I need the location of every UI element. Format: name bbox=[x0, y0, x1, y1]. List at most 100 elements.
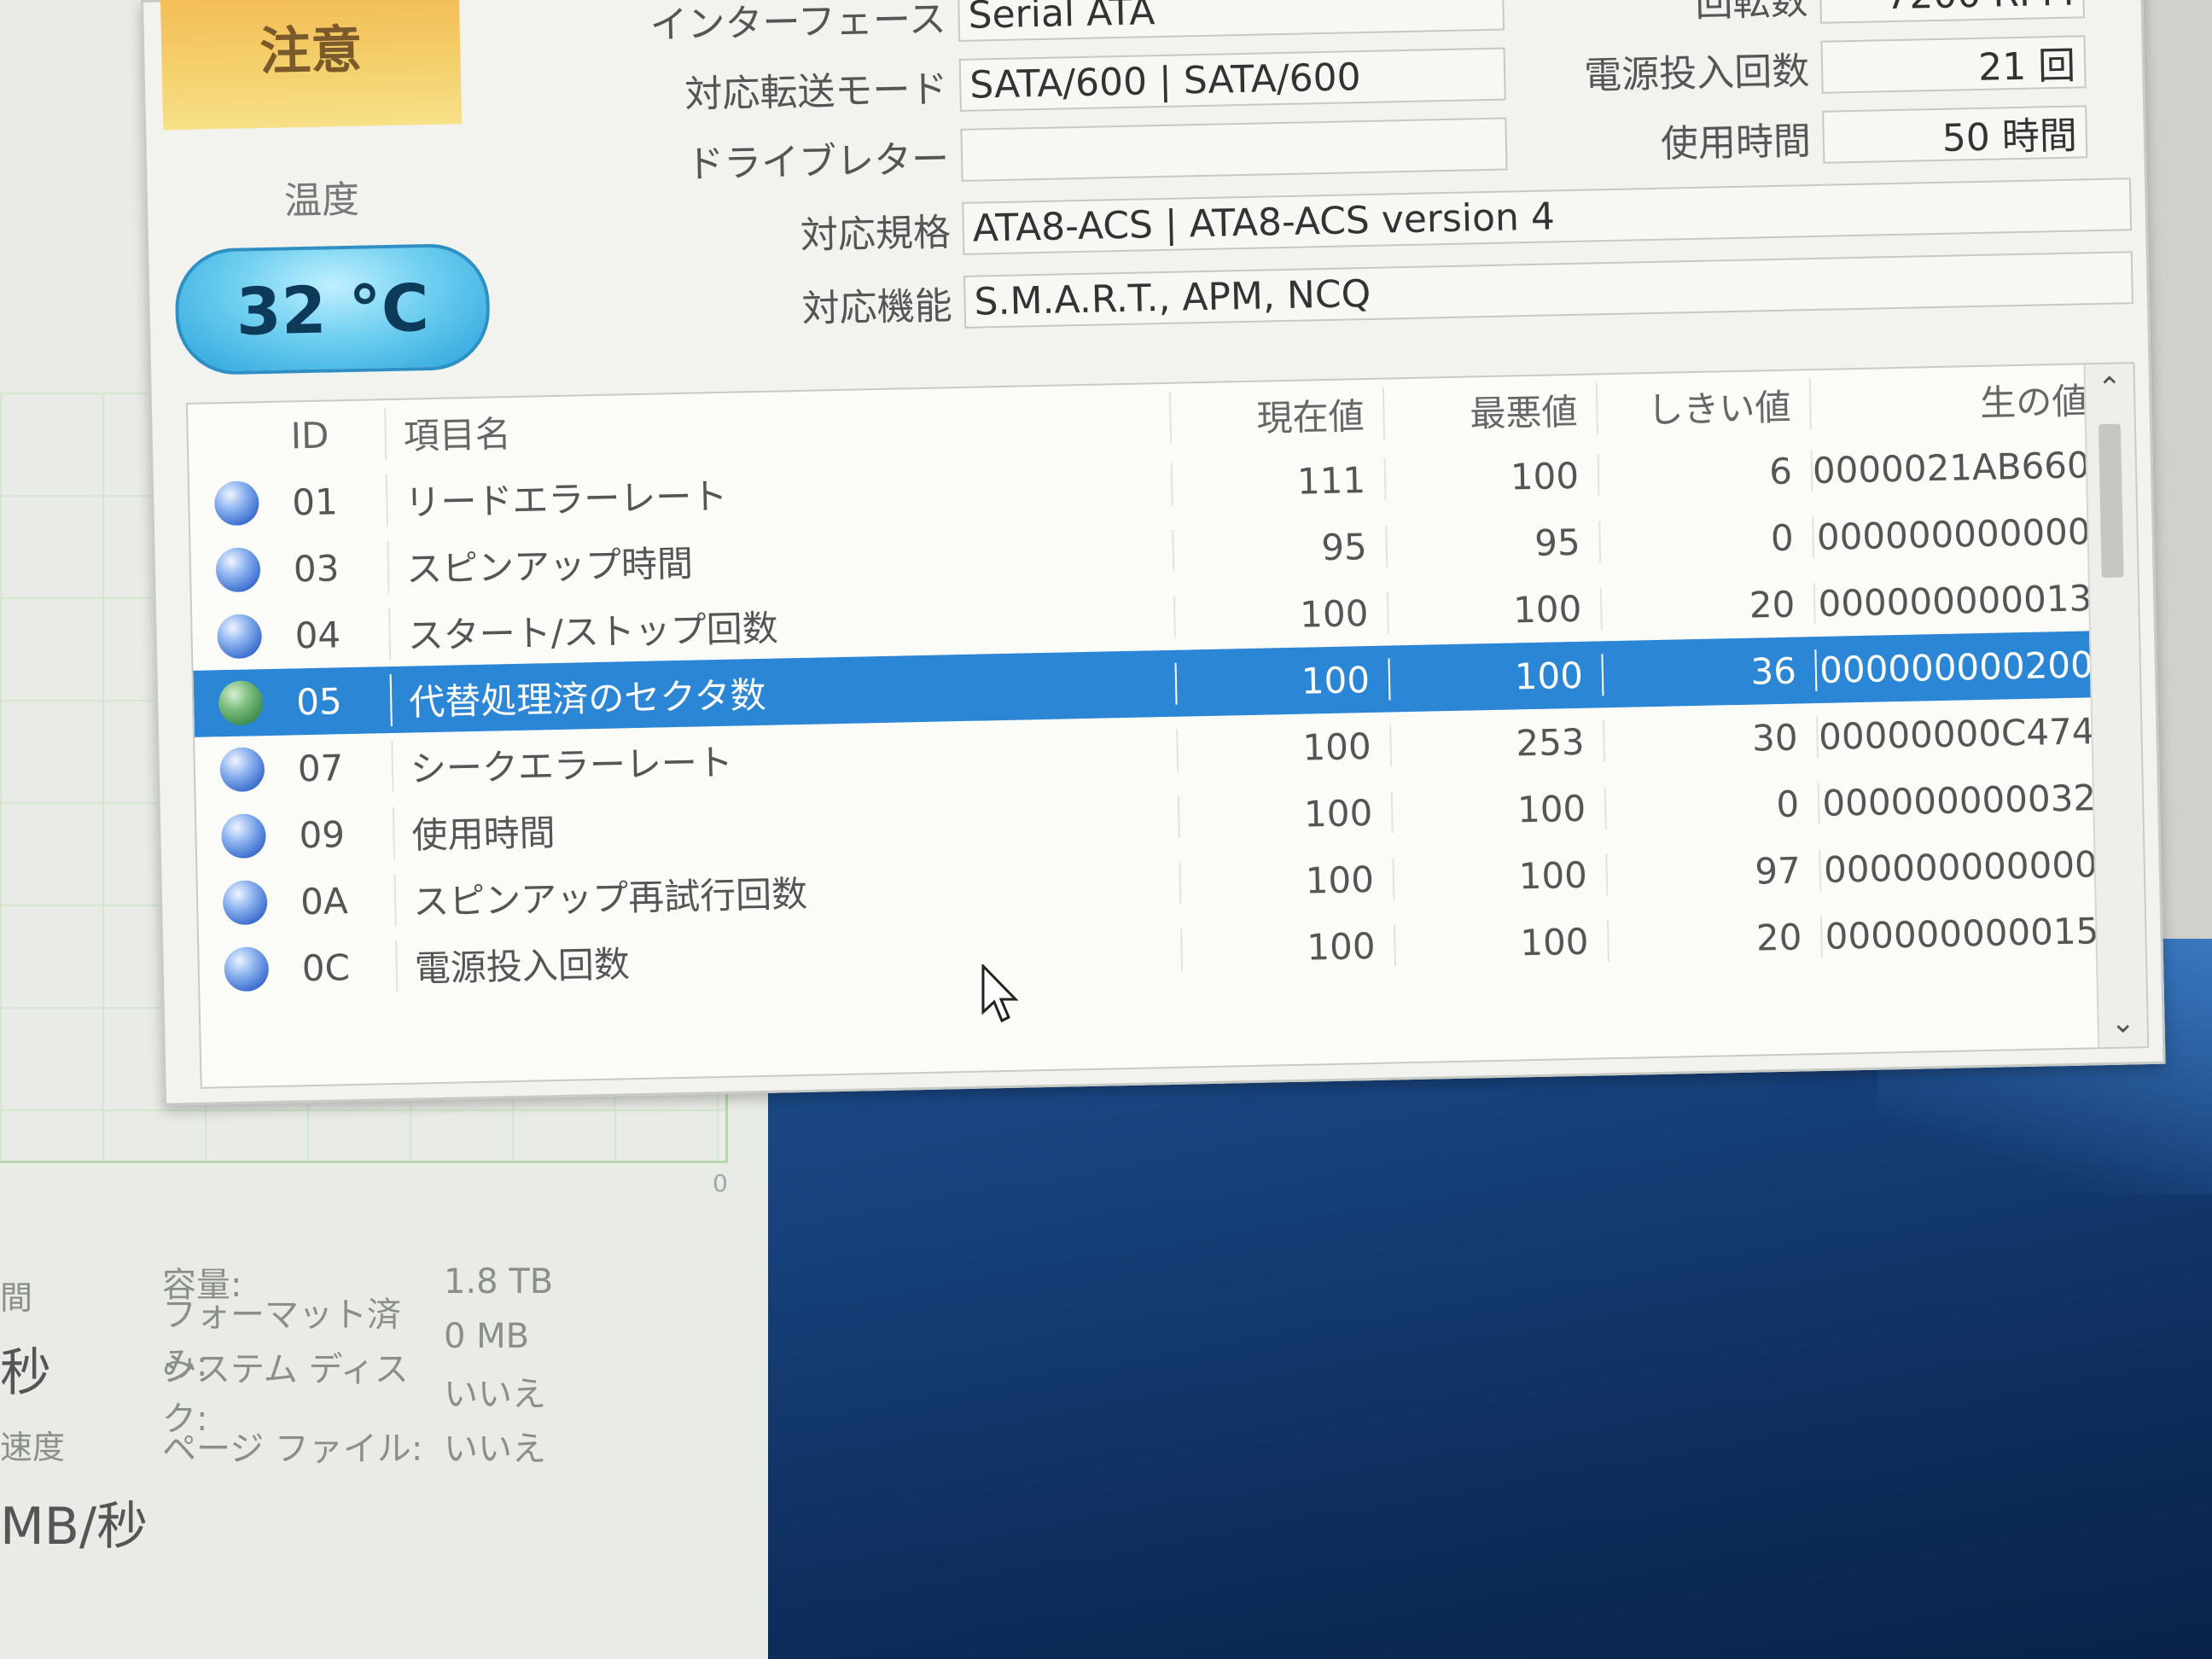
row-threshold: 0 bbox=[1598, 515, 1813, 562]
temperature-badge[interactable]: 32 °C bbox=[174, 242, 492, 376]
rotation-row: 回転数 7200 RPM bbox=[1534, 0, 2085, 33]
system-disk-value: いいえ bbox=[444, 1375, 546, 1414]
row-threshold: 97 bbox=[1605, 848, 1820, 895]
mouse-cursor-icon bbox=[981, 964, 1019, 1023]
row-id: 04 bbox=[294, 613, 341, 656]
row-current: 100 bbox=[1177, 791, 1392, 838]
good-status-icon bbox=[217, 614, 263, 660]
drive-letter-row: ドライブレター bbox=[470, 114, 1508, 195]
row-name: スタート/ストップ回数 bbox=[387, 591, 1175, 660]
row-name: スピンアップ再試行回数 bbox=[393, 857, 1180, 926]
row-raw: 000000000200 bbox=[1814, 643, 2106, 691]
row-worst: 100 bbox=[1383, 453, 1598, 501]
row-threshold: 36 bbox=[1601, 649, 1816, 696]
capacity-value: 1.8 TB bbox=[444, 1262, 554, 1301]
good-status-icon bbox=[224, 946, 270, 992]
row-id: 05 bbox=[295, 679, 343, 723]
row-id: 01 bbox=[291, 480, 339, 523]
header-current[interactable]: 現在値 bbox=[1168, 387, 1384, 444]
header-id[interactable]: ID bbox=[282, 413, 385, 457]
power-on-hours-field: 50 時間 bbox=[1822, 105, 2088, 164]
row-name: 電源投入回数 bbox=[395, 923, 1182, 992]
row-worst: 100 bbox=[1394, 919, 1608, 966]
row-id: 07 bbox=[297, 746, 344, 789]
row-status-cell bbox=[195, 747, 289, 793]
header-status bbox=[189, 436, 282, 438]
rotation-field: 7200 RPM bbox=[1819, 0, 2085, 24]
temperature-label: 温度 bbox=[283, 178, 360, 224]
header-name[interactable]: 項目名 bbox=[384, 391, 1171, 460]
features-field: S.M.A.R.T., APM, NCQ bbox=[963, 251, 2133, 329]
row-current: 100 bbox=[1179, 858, 1394, 905]
left-fragment-2: 秒 bbox=[0, 1343, 51, 1403]
row-threshold: 6 bbox=[1597, 449, 1812, 496]
scroll-up-icon[interactable]: ⌃ bbox=[2085, 364, 2133, 412]
good-status-icon bbox=[221, 813, 267, 859]
row-status-cell bbox=[196, 813, 291, 859]
system-disk-row: システム ディスク: いいえ bbox=[162, 1350, 553, 1439]
header-worst[interactable]: 最悪値 bbox=[1382, 381, 1598, 439]
scroll-thumb[interactable] bbox=[2098, 423, 2124, 579]
row-status-cell bbox=[190, 547, 285, 593]
features-label: 対応機能 bbox=[801, 284, 953, 331]
row-id: 0A bbox=[300, 879, 349, 923]
row-name: 代替処理済のセクタ数 bbox=[389, 657, 1176, 726]
row-raw: 000000000032 bbox=[1817, 776, 2109, 824]
header-raw[interactable]: 生の値 bbox=[1808, 371, 2100, 430]
row-name: 使用時間 bbox=[392, 790, 1179, 859]
left-fragment-1: 間 bbox=[0, 1279, 33, 1317]
row-raw: 000000000000 bbox=[1819, 842, 2110, 891]
formatted-value: 0 MB bbox=[444, 1317, 530, 1356]
row-current: 95 bbox=[1172, 525, 1387, 572]
row-raw: 0000021AB660 bbox=[1810, 443, 2102, 492]
row-id: 09 bbox=[299, 812, 346, 856]
row-current: 100 bbox=[1180, 923, 1395, 971]
disk-properties: 容量: 1.8 TB フォーマット済み: 0 MB システム ディスク: いいえ… bbox=[162, 1254, 553, 1473]
row-worst: 253 bbox=[1389, 719, 1604, 767]
left-fragment-4: MB/秒 bbox=[0, 1497, 148, 1557]
caution-status-icon bbox=[218, 680, 264, 726]
row-id: 0C bbox=[301, 946, 351, 989]
row-current: 100 bbox=[1174, 658, 1389, 705]
row-worst: 95 bbox=[1385, 520, 1600, 568]
standard-field: ATA8-ACS | ATA8-ACS version 4 bbox=[962, 178, 2133, 255]
row-id: 03 bbox=[293, 546, 340, 590]
row-current: 100 bbox=[1176, 725, 1391, 771]
row-status-cell bbox=[198, 880, 293, 926]
row-raw: 00000000C474 bbox=[1815, 709, 2107, 758]
page-file-label: ページ ファイル: bbox=[162, 1429, 423, 1469]
row-name: リードエラーレート bbox=[385, 457, 1172, 527]
health-status-button[interactable]: 注意 bbox=[160, 0, 463, 131]
power-on-hours-row: 使用時間 50 時間 bbox=[1537, 102, 2088, 172]
interface-label: インターフェース bbox=[649, 0, 947, 48]
interface-field: Serial ATA bbox=[957, 0, 1505, 42]
row-worst: 100 bbox=[1390, 786, 1605, 834]
row-status-cell bbox=[192, 614, 287, 660]
good-status-icon bbox=[213, 480, 259, 527]
row-name: スピンアップ時間 bbox=[387, 524, 1173, 593]
row-raw: 000000000000 bbox=[1812, 509, 2104, 558]
good-status-icon bbox=[222, 880, 268, 926]
transfer-mode-row: 対応転送モード SATA/600 | SATA/600 bbox=[469, 44, 1506, 125]
row-threshold: 20 bbox=[1606, 915, 1821, 962]
graph-axis-zero: 0 bbox=[713, 1169, 728, 1197]
row-status-cell bbox=[194, 680, 288, 726]
row-raw: 000000000015 bbox=[1819, 909, 2111, 958]
row-name: シークエラーレート bbox=[391, 724, 1178, 793]
rotation-label: 回転数 bbox=[1694, 0, 1808, 26]
scroll-down-icon[interactable]: ⌄ bbox=[2098, 998, 2147, 1047]
good-status-icon bbox=[219, 747, 265, 793]
power-on-count-field: 21 回 bbox=[1820, 35, 2087, 94]
power-on-count-label: 電源投入回数 bbox=[1583, 49, 1810, 98]
left-fragment-3: 速度 bbox=[0, 1429, 66, 1466]
drive-letter-label: ドライブレター bbox=[685, 137, 950, 187]
row-threshold: 0 bbox=[1604, 782, 1819, 829]
header-threshold[interactable]: しきい値 bbox=[1595, 377, 1810, 434]
drive-letter-field bbox=[960, 117, 1508, 182]
transfer-mode-label: 対応転送モード bbox=[684, 67, 948, 117]
row-raw: 000000000013 bbox=[1813, 576, 2104, 625]
standard-label: 対応規格 bbox=[800, 211, 952, 258]
power-on-hours-label: 使用時間 bbox=[1660, 119, 1812, 166]
transfer-mode-field: SATA/600 | SATA/600 bbox=[958, 47, 1506, 112]
row-worst: 100 bbox=[1388, 653, 1603, 701]
